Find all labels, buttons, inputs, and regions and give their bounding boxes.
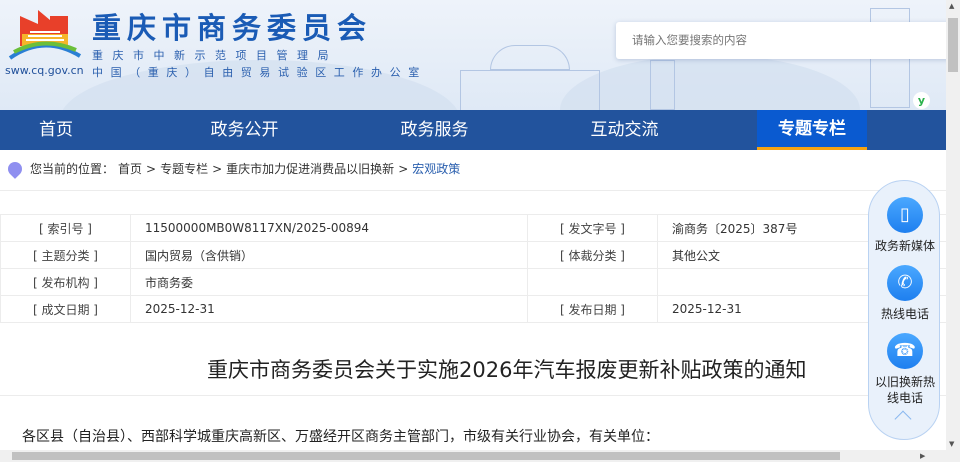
float-item-label: 热线电话 — [880, 307, 929, 321]
breadcrumb: 您当前的位置： 首页 > 专题专栏 > 重庆市加力促进消费品以旧换新 > 宏观政… — [5, 158, 460, 179]
breadcrumb-prefix: 您当前的位置： — [30, 162, 115, 176]
location-pin-icon — [5, 158, 25, 179]
float-panel: ▯ 政务新媒体 ✆ 热线电话 ☎ 以旧换新热线电话 — [868, 180, 940, 440]
meta-key: [ 发文字号 ] — [527, 214, 658, 242]
page: sww.cq.gov.cn 重庆市商务委员会 重庆市中新示范项目管理局 中国（重… — [0, 0, 946, 450]
meta-value: 2025-12-31 — [130, 295, 528, 323]
article-title: 重庆市商务委员会关于实施2026年汽车报废更新补贴政策的通知 — [207, 358, 807, 382]
breadcrumb-separator: > — [146, 161, 157, 176]
y-badge-icon[interactable]: y — [913, 92, 930, 109]
meta-key: [ 体裁分类 ] — [527, 241, 658, 269]
phone-icon: ✆ — [887, 265, 923, 301]
vertical-scroll-thumb[interactable] — [948, 18, 958, 72]
table-row: [ 成文日期 ] 2025-12-31[ 发布日期 ] 2025-12-31 — [0, 295, 946, 323]
meta-key: [ 索引号 ] — [0, 214, 131, 242]
header: sww.cq.gov.cn 重庆市商务委员会 重庆市中新示范项目管理局 中国（重… — [0, 0, 946, 110]
table-row: [ 索引号 ] 11500000MB0W8117XN/2025-00894[ 发文… — [0, 214, 946, 242]
float-item-new-media[interactable]: ▯ 政务新媒体 — [869, 197, 941, 254]
breadcrumb-trade-in[interactable]: 重庆市加力促进消费品以旧换新 — [226, 160, 394, 177]
logo-icon — [8, 10, 82, 60]
nav-special-topics[interactable]: 专题专栏 — [757, 110, 867, 150]
site-subtitle-1: 重庆市中新示范项目管理局 — [92, 49, 338, 62]
meta-key: [ 成文日期 ] — [0, 295, 131, 323]
site-title: 重庆市商务委员会 — [92, 11, 373, 45]
meta-key: [ 发布机构 ] — [0, 268, 131, 296]
nav-government-services[interactable]: 政务服务 — [377, 110, 492, 150]
chevron-up-icon[interactable] — [894, 410, 912, 428]
vertical-scrollbar[interactable]: ▲ ▼ — [946, 0, 960, 450]
table-row: [ 主题分类 ] 国内贸易（含供销）[ 体裁分类 ] 其他公文 — [0, 241, 946, 269]
meta-value: 国内贸易（含供销） — [130, 241, 528, 269]
float-item-label: 以旧换新热线电话 — [874, 375, 935, 405]
meta-key: [ 发布日期 ] — [527, 295, 658, 323]
article-paragraph: 各区县（自治县）、西部科学城重庆高新区、万盛经开区商务主管部门，市级有关行业协会… — [22, 429, 659, 445]
nav-home[interactable]: 首页 — [0, 110, 112, 150]
divider — [0, 190, 946, 191]
breadcrumb-current[interactable]: 宏观政策 — [412, 160, 460, 177]
table-row: [ 发布机构 ] 市商务委 — [0, 268, 946, 296]
breadcrumb-separator: > — [398, 161, 409, 176]
telephone-icon: ☎ — [887, 333, 923, 369]
divider — [0, 395, 946, 396]
metadata-table: [ 索引号 ] 11500000MB0W8117XN/2025-00894[ 发文… — [0, 214, 946, 323]
site-url: sww.cq.gov.cn — [5, 64, 84, 77]
breadcrumb-special-topics[interactable]: 专题专栏 — [160, 160, 208, 177]
meta-key: [ 主题分类 ] — [0, 241, 131, 269]
meta-key — [527, 268, 658, 296]
horizontal-scroll-thumb[interactable] — [12, 452, 840, 460]
tablet-icon: ▯ — [887, 197, 923, 233]
nav-interaction[interactable]: 互动交流 — [492, 110, 757, 150]
float-item-trade-in-hotline[interactable]: ☎ 以旧换新热线电话 — [869, 333, 941, 406]
horizontal-scrollbar[interactable]: ▶ — [0, 450, 960, 462]
site-subtitle-2: 中国（重庆）自由贸易试验区工作办公室 — [92, 66, 427, 79]
float-item-hotline[interactable]: ✆ 热线电话 — [869, 265, 941, 322]
meta-value: 11500000MB0W8117XN/2025-00894 — [130, 214, 528, 242]
breadcrumb-home[interactable]: 首页 — [118, 160, 142, 177]
float-item-label: 政务新媒体 — [874, 239, 935, 253]
main-nav: 首页 政务公开 政务服务 互动交流 专题专栏 — [0, 110, 946, 150]
nav-government-affairs[interactable]: 政务公开 — [112, 110, 377, 150]
meta-value: 市商务委 — [130, 268, 528, 296]
breadcrumb-separator: > — [212, 161, 223, 176]
search-input[interactable] — [616, 22, 946, 59]
